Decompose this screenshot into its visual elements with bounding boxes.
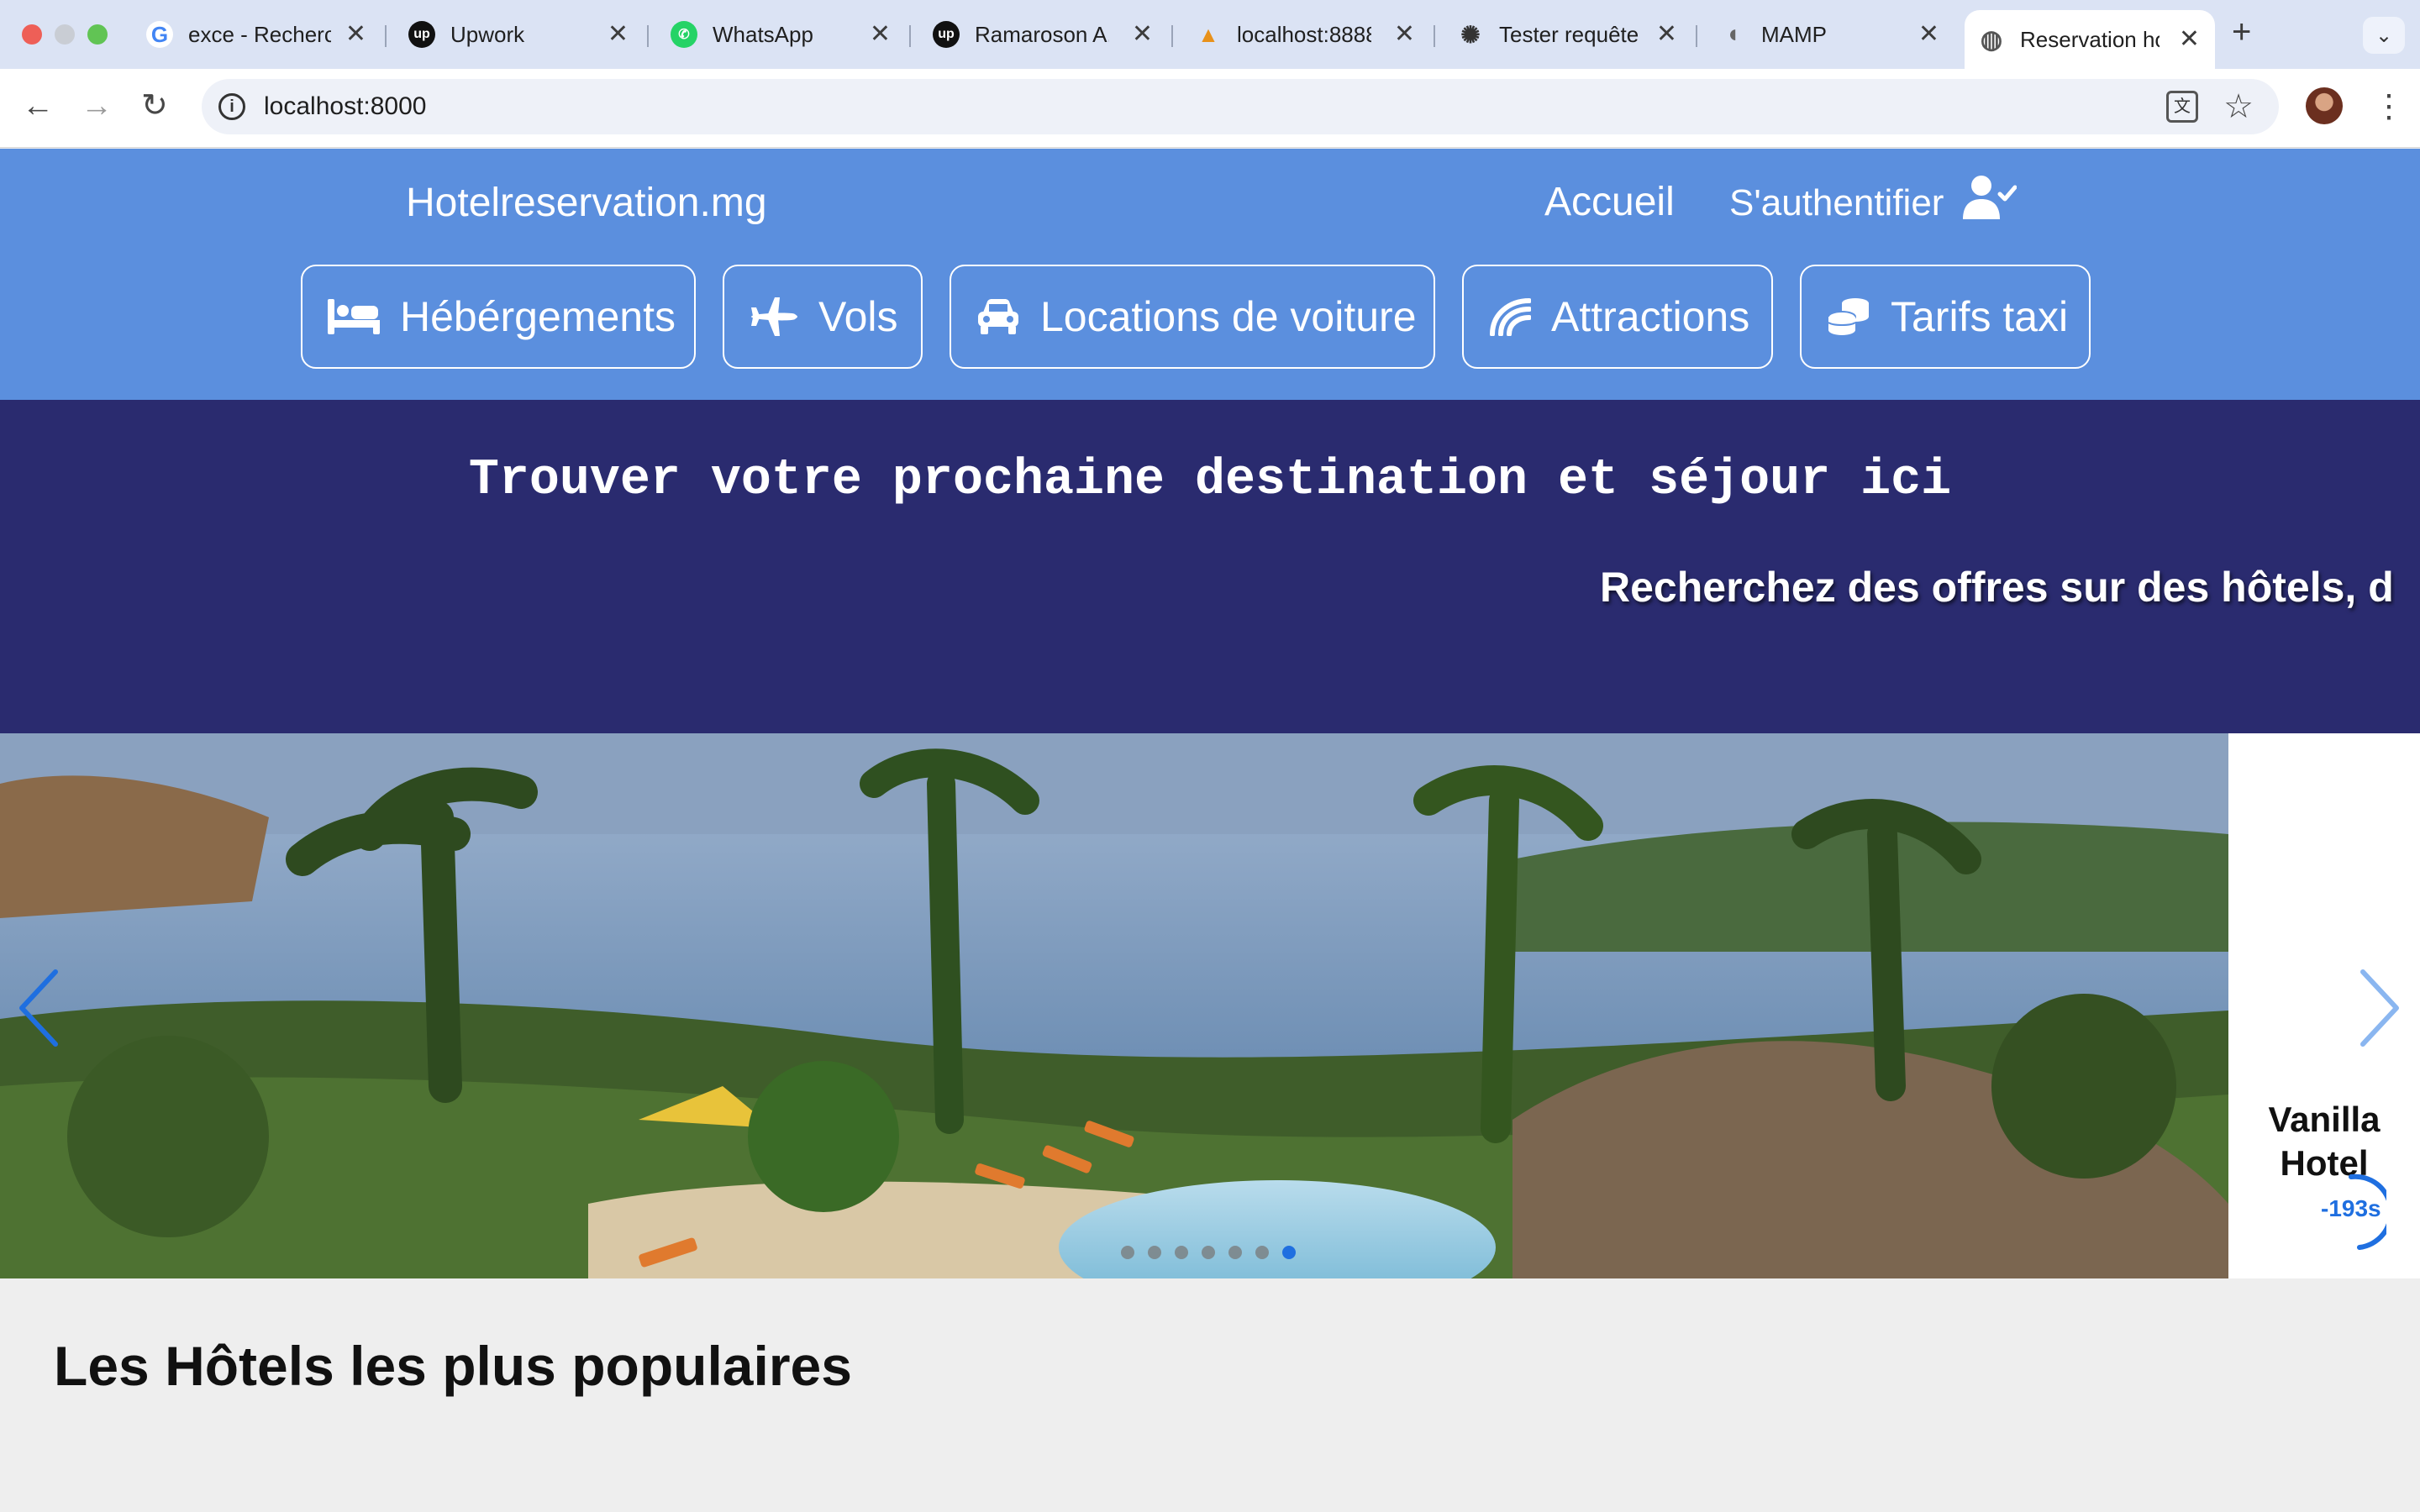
browser-tab[interactable]: up Ramaroson A. - Upwork ✕ (919, 12, 1168, 57)
resort-photo-illustration (0, 733, 2228, 1278)
nav-button-accommodations[interactable]: Hébérgements (301, 265, 696, 369)
new-tab-button[interactable]: + (2232, 13, 2251, 51)
site-header: Hotelreservation.mg Accueil S'authentifi… (0, 149, 2420, 400)
carousel-dot[interactable] (1148, 1246, 1161, 1259)
whatsapp-icon: ✆ (671, 21, 697, 48)
nav-link-login[interactable]: S'authentifier (1729, 182, 1944, 224)
tab-divider (1171, 25, 1173, 47)
coins-icon (1828, 298, 1869, 335)
browser-tab[interactable]: G exce - Recherche Google ✕ (133, 12, 381, 57)
tab-title: Upwork (450, 21, 525, 47)
nav-button-car-rental[interactable]: Locations de voiture (950, 265, 1435, 369)
close-icon[interactable]: ✕ (608, 22, 629, 47)
site-info-icon[interactable]: i (218, 93, 245, 120)
close-icon[interactable]: ✕ (1132, 22, 1153, 47)
close-icon[interactable]: ✕ (2179, 27, 2200, 52)
carousel-next-arrow-icon[interactable] (2356, 969, 2403, 1047)
tab-title: localhost:8888 / phpMyAdmin (1237, 21, 1371, 47)
zoom-window-button[interactable] (87, 24, 108, 45)
tab-title: Tester requête (1499, 21, 1639, 47)
nav-button-label: Tarifs taxi (1891, 293, 2069, 340)
google-icon: G (146, 21, 173, 48)
carousel-dot[interactable] (1255, 1246, 1269, 1259)
upwork-icon: up (933, 21, 960, 48)
car-icon (978, 299, 1018, 334)
tab-title: Ramaroson A. - Upwork (975, 21, 1109, 47)
next-hotel-name-line: Vanilla (2268, 1100, 2381, 1139)
tab-divider (1696, 25, 1697, 47)
nav-button-attractions[interactable]: Attractions (1462, 265, 1773, 369)
hero-banner: Trouver votre prochaine destination et s… (0, 400, 2420, 733)
forward-icon[interactable]: → (81, 89, 113, 123)
tab-divider (647, 25, 649, 47)
tab-title: WhatsApp (713, 21, 813, 47)
hero-marquee-text: Recherchez des offres sur des hôtels, de… (1600, 564, 2395, 611)
translate-icon[interactable]: 文 (2166, 91, 2198, 123)
url-text[interactable]: localhost:8000 (264, 92, 426, 121)
browser-tab-active[interactable]: ◍ Reservation hotel ✕ (1965, 10, 2215, 69)
carousel-dot[interactable] (1228, 1246, 1242, 1259)
nav-button-flights[interactable]: Vols (723, 265, 923, 369)
browser-tab[interactable]: up Upwork ✕ (395, 12, 644, 57)
hotel-slide-image[interactable] (0, 733, 2228, 1278)
close-icon[interactable]: ✕ (1394, 22, 1415, 47)
carousel-dot[interactable] (1202, 1246, 1215, 1259)
browser-tab[interactable]: ✺ Tester requête ✕ (1444, 12, 1692, 57)
nav-button-label: Locations de voiture (1040, 293, 1417, 340)
browser-tab-bar: G exce - Recherche Google ✕ up Upwork ✕ … (0, 0, 2420, 69)
hero-marquee: Recherchez des offres sur des hôtels, de… (1597, 563, 2395, 622)
tab-title: Reservation hotel (2020, 26, 2160, 52)
address-bar[interactable]: i localhost:8000 文 ☆ (202, 79, 2279, 134)
tab-divider (909, 25, 911, 47)
nav-link-home[interactable]: Accueil (1544, 179, 1675, 225)
tab-title: MAMP (1761, 21, 1827, 47)
plane-icon (751, 297, 797, 336)
nav-button-label: Vols (818, 293, 898, 340)
carousel-pagination (1121, 1246, 1296, 1259)
tab-divider (385, 25, 387, 47)
browser-menu-icon[interactable]: ⋮ (2373, 87, 2405, 125)
site-brand[interactable]: Hotelreservation.mg (406, 180, 767, 226)
minimize-window-button[interactable] (55, 24, 75, 45)
close-icon[interactable]: ✕ (345, 22, 366, 47)
tab-title: exce - Recherche Google (188, 21, 331, 47)
browser-toolbar: ← → ↻ i localhost:8000 文 ☆ ⋮ (0, 69, 2420, 148)
carousel-dot[interactable] (1121, 1246, 1134, 1259)
user-check-icon[interactable] (1963, 174, 2017, 221)
back-icon[interactable]: ← (22, 89, 54, 123)
close-window-button[interactable] (22, 24, 42, 45)
popular-hotels-heading: Les Hôtels les plus populaires (54, 1335, 852, 1397)
reload-icon[interactable]: ↻ (141, 89, 168, 123)
mamp-icon: ◖ (1724, 20, 1741, 48)
attractions-icon (1490, 298, 1531, 336)
tab-search-button[interactable]: ⌄ (2363, 17, 2405, 54)
tab-divider (1434, 25, 1435, 47)
browser-tab[interactable]: ▲ localhost:8888 / phpMyAdmin ✕ (1181, 12, 1430, 57)
hotel-carousel: Vanilla Hotel -193s (0, 733, 2420, 1278)
close-icon[interactable]: ✕ (1656, 22, 1677, 47)
nav-button-label: Attractions (1551, 293, 1750, 340)
bed-icon (328, 299, 380, 334)
openai-icon: ✺ (1460, 21, 1481, 48)
close-icon[interactable]: ✕ (870, 22, 891, 47)
upwork-icon: up (408, 21, 435, 48)
carousel-dot[interactable] (1175, 1246, 1188, 1259)
globe-icon: ◍ (1980, 25, 2003, 54)
carousel-dot-active[interactable] (1282, 1246, 1296, 1259)
nav-button-taxi-fares[interactable]: Tarifs taxi (1800, 265, 2091, 369)
browser-tab[interactable]: ✆ WhatsApp ✕ (657, 12, 906, 57)
phpmyadmin-icon: ▲ (1197, 21, 1219, 47)
autoplay-progress-ring (2349, 1173, 2386, 1250)
browser-tab[interactable]: ◖ MAMP ✕ (1706, 12, 1954, 57)
nav-button-label: Hébérgements (400, 293, 676, 340)
carousel-prev-arrow-icon[interactable] (15, 969, 62, 1047)
bookmark-star-icon[interactable]: ☆ (2223, 87, 2254, 126)
profile-avatar[interactable] (2306, 87, 2343, 124)
hero-title: Trouver votre prochaine destination et s… (468, 452, 1952, 509)
close-icon[interactable]: ✕ (1918, 22, 1939, 47)
